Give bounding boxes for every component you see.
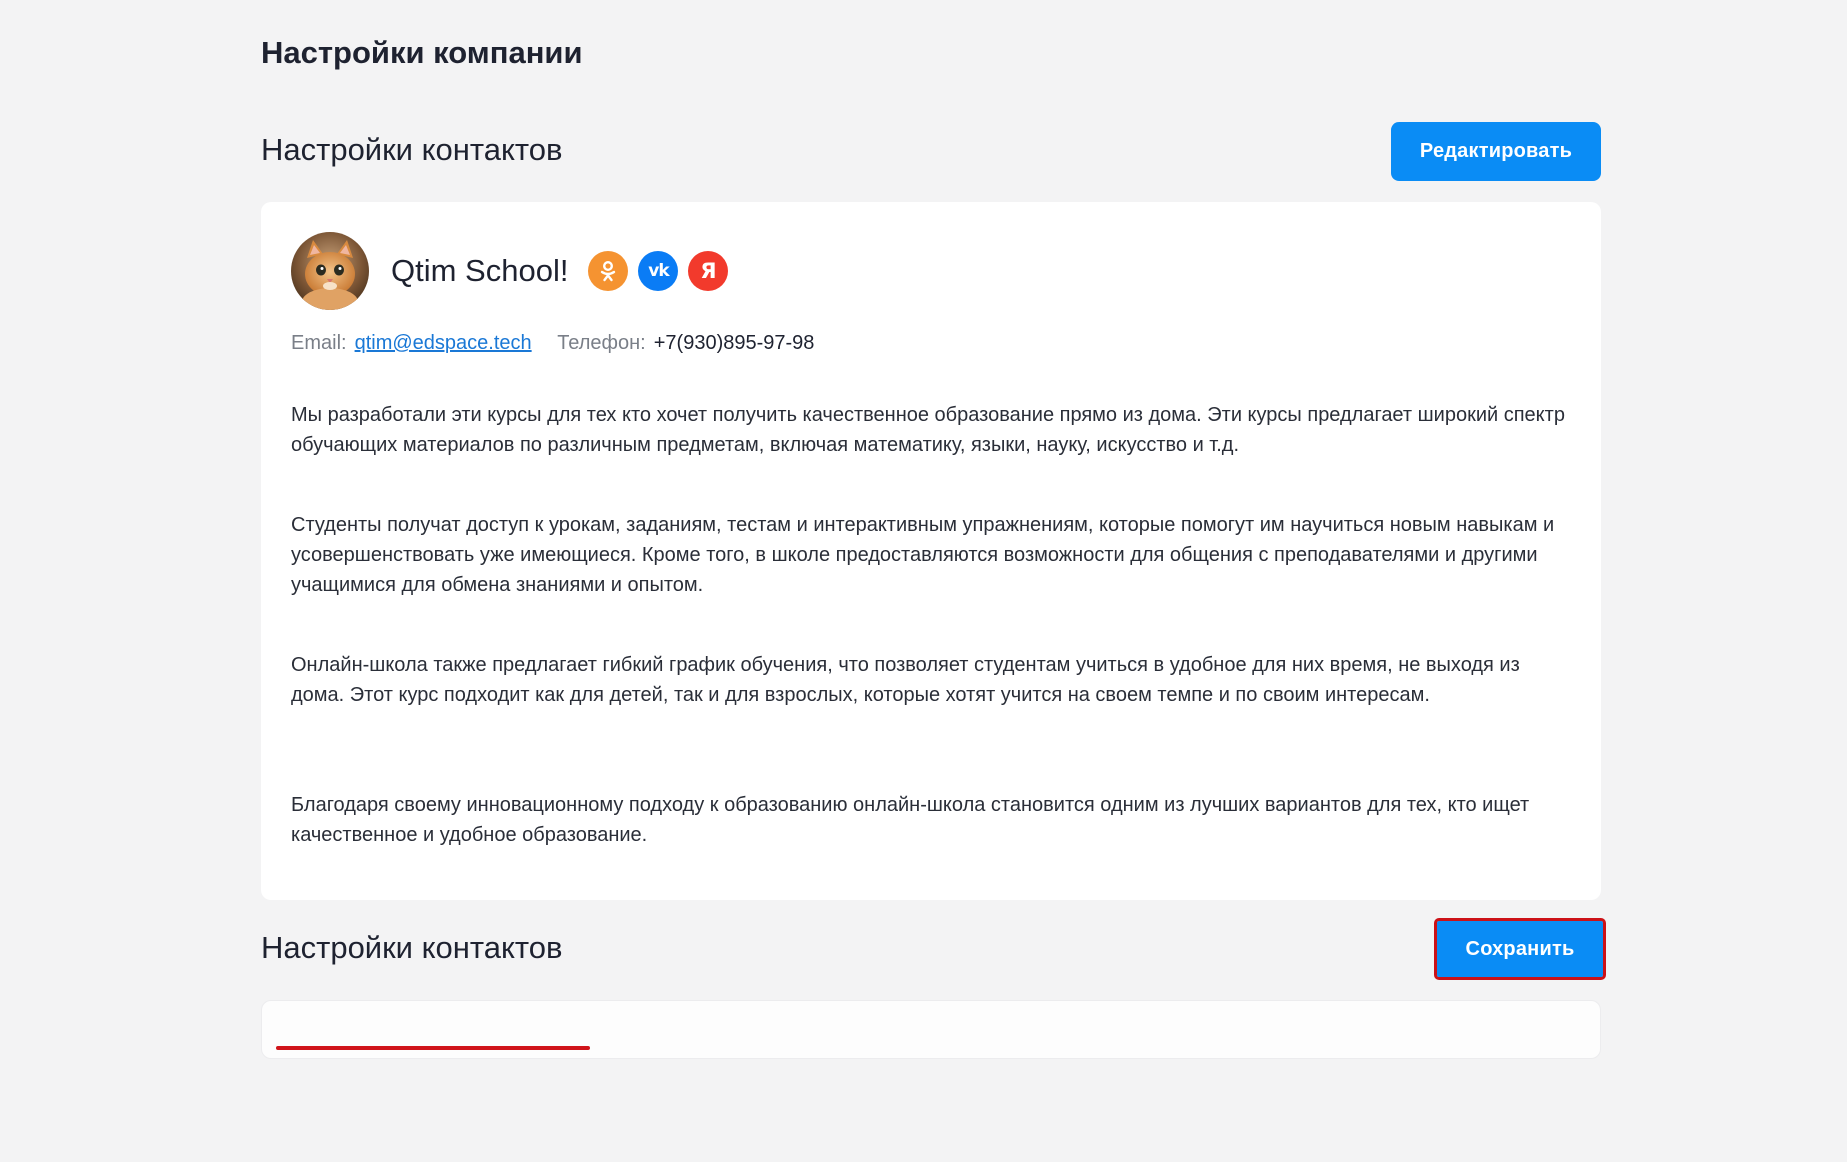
phone-label: Телефон: xyxy=(557,332,646,354)
description-paragraph: Студенты получат доступ к урокам, задани… xyxy=(291,514,1555,596)
email-label: Email: xyxy=(291,332,347,354)
email-link[interactable]: qtim@edspace.tech xyxy=(355,332,532,354)
contacts-section-title-2: Настройки контактов xyxy=(261,930,563,965)
contacts-card: Qtim School! vk Я Email: qtim@edspace.te… xyxy=(261,202,1601,900)
profile-header: Qtim School! vk Я xyxy=(291,232,729,310)
cat-avatar-icon xyxy=(291,232,369,310)
contact-info-row: Email: qtim@edspace.tech Телефон: +7(930)8… xyxy=(291,332,814,355)
social-links: vk Я xyxy=(588,251,729,291)
description-paragraph: Мы разработали эти курсы для тех кто хоч… xyxy=(291,404,1565,456)
edit-button[interactable]: Редактировать xyxy=(1391,122,1601,181)
company-name: Qtim School! xyxy=(391,253,569,288)
save-button[interactable]: Сохранить xyxy=(1434,918,1606,980)
odnoklassniki-icon[interactable] xyxy=(588,251,629,291)
error-underline xyxy=(276,1046,590,1050)
contacts-edit-card xyxy=(261,1000,1601,1059)
contacts-section-title: Настройки контактов xyxy=(261,132,563,167)
description-paragraph: Онлайн-школа также предлагает гибкий гра… xyxy=(291,654,1520,706)
yandex-icon[interactable]: Я xyxy=(688,251,729,291)
vk-icon[interactable]: vk xyxy=(638,251,679,291)
page-title: Настройки компании xyxy=(261,35,583,70)
phone-value: +7(930)895-97-98 xyxy=(653,332,815,354)
description-paragraph: Благодаря своему инновационному подходу … xyxy=(291,794,1530,846)
